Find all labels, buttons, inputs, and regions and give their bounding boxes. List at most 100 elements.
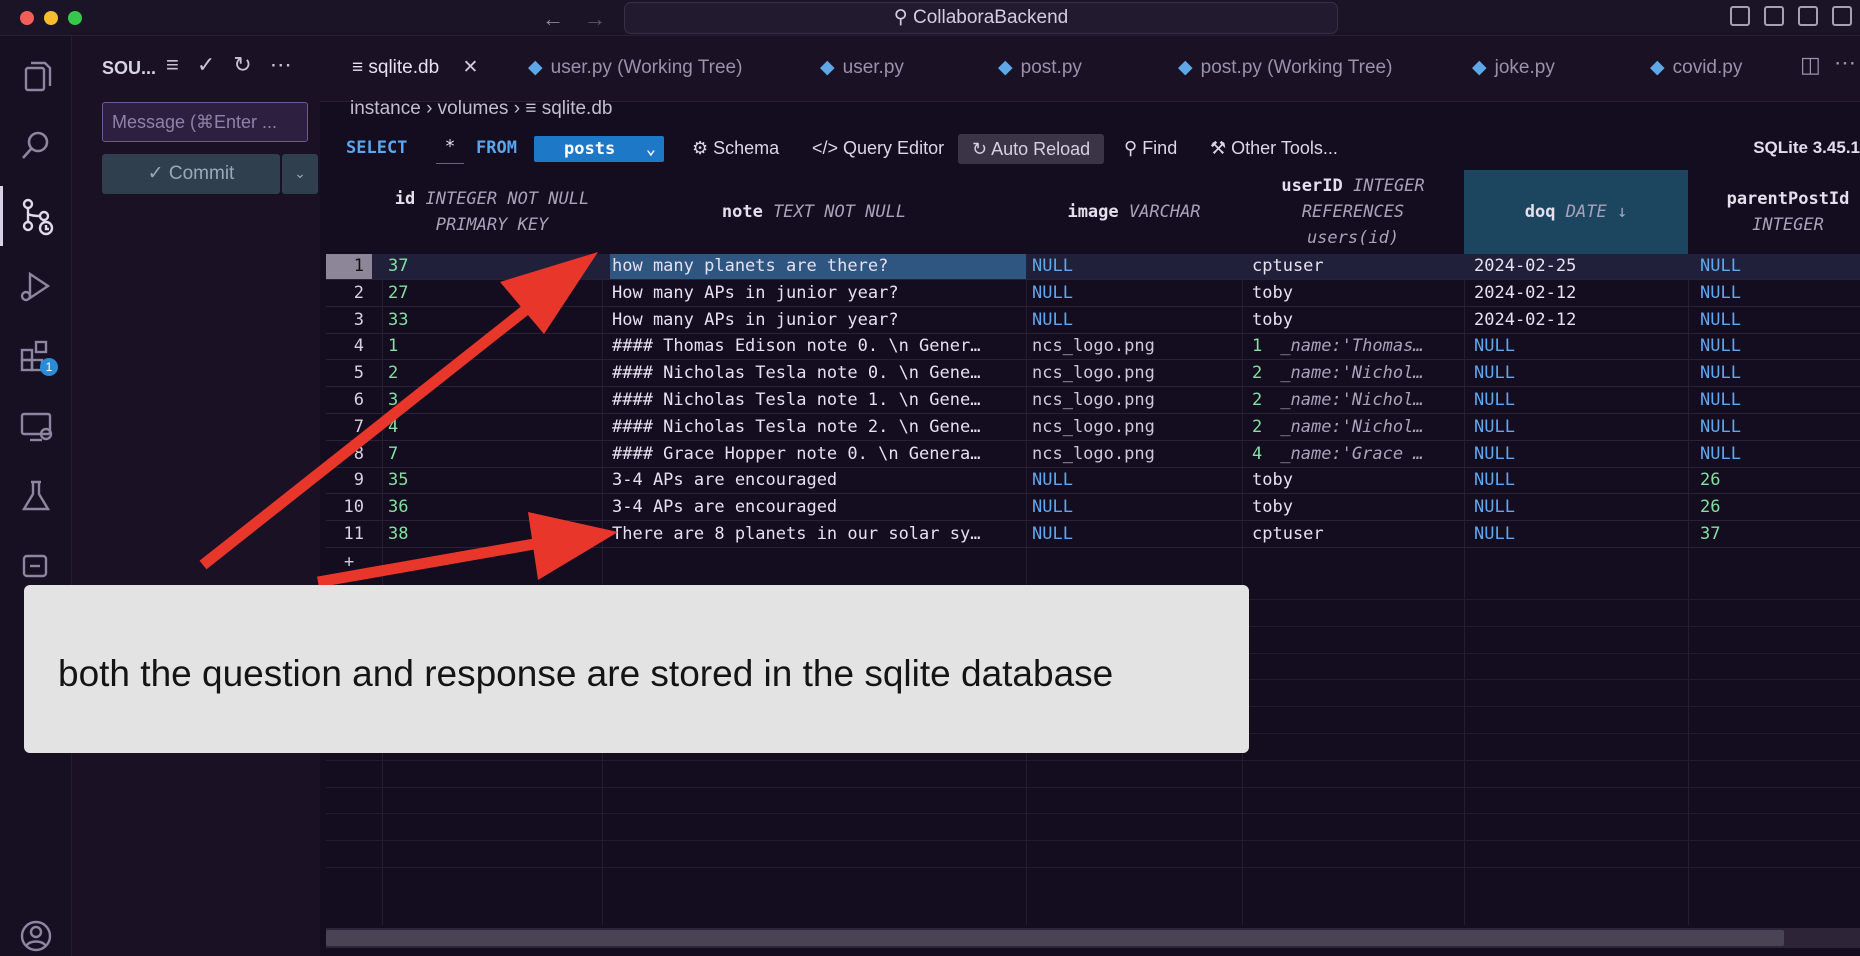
docker-icon[interactable] (16, 546, 56, 586)
testing-icon[interactable] (16, 476, 56, 516)
explorer-icon[interactable] (16, 56, 56, 96)
cell-note[interactable]: #### Thomas Edison note 0. \n Gener… (612, 336, 1026, 356)
maximize-window-button[interactable] (68, 11, 82, 25)
cell-parentpostid[interactable]: 26 (1700, 470, 1860, 490)
column-header-userid[interactable]: userID INTEGER REFERENCES users(id) (1242, 170, 1464, 254)
more-actions-icon[interactable]: ⋯ (270, 52, 292, 78)
tab-user-py[interactable]: ◆ user.py (820, 56, 904, 79)
tab-covid-py[interactable]: ◆ covid.py (1650, 56, 1742, 79)
cell-userid[interactable]: cptuser (1252, 256, 1462, 276)
table-row[interactable]: 8 7 #### Grace Hopper note 0. \n Genera… nc… (326, 442, 1860, 468)
table-row[interactable]: 11 38 There are 8 planets in our solar sy…… (326, 522, 1860, 548)
cell-id[interactable]: 3 (388, 390, 398, 410)
cell-image[interactable]: NULL (1032, 524, 1244, 544)
cell-userid[interactable]: 2 _name:'Nichol… (1252, 363, 1462, 383)
more-tabs-icon[interactable]: ⋯ (1834, 50, 1856, 76)
table-row[interactable]: 1 37 how many planets are there? NULL cptuse… (326, 254, 1860, 280)
scrollbar-thumb[interactable] (326, 930, 1784, 946)
column-selector[interactable]: * (436, 136, 464, 164)
cell-doq[interactable]: NULL (1474, 524, 1686, 544)
cell-id[interactable]: 38 (388, 524, 408, 544)
table-row[interactable]: 3 33 How many APs in junior year? NULL toby 2… (326, 308, 1860, 334)
cell-id[interactable]: 35 (388, 470, 408, 490)
cell-userid[interactable]: toby (1252, 283, 1462, 303)
cell-userid[interactable]: toby (1252, 310, 1462, 330)
cell-doq[interactable]: NULL (1474, 417, 1686, 437)
cell-id[interactable]: 2 (388, 363, 398, 383)
column-header-doq[interactable]: doq DATE ↓ (1464, 170, 1688, 254)
cell-parentpostid[interactable]: NULL (1700, 363, 1860, 383)
row-number[interactable]: 4 (326, 336, 372, 356)
row-number[interactable]: 1 (326, 254, 372, 279)
cell-parentpostid[interactable]: NULL (1700, 444, 1860, 464)
row-number[interactable]: 10 (326, 497, 372, 517)
cell-image[interactable]: ncs_logo.png (1032, 363, 1244, 383)
cell-id[interactable]: 1 (388, 336, 398, 356)
table-row[interactable]: 6 3 #### Nicholas Tesla note 1. \n Gene… nc… (326, 388, 1860, 414)
query-editor-button[interactable]: </> Query Editor (812, 138, 944, 159)
cell-image[interactable]: ncs_logo.png (1032, 444, 1244, 464)
breadcrumb-sqlite-db[interactable]: sqlite.db (542, 98, 613, 119)
toggle-panel-icon[interactable] (1764, 6, 1784, 26)
toggle-secondary-sidebar-icon[interactable] (1798, 6, 1818, 26)
add-row-button[interactable]: + (344, 552, 354, 572)
cell-parentpostid[interactable]: NULL (1700, 256, 1860, 276)
cell-note[interactable]: 3-4 APs are encouraged (612, 497, 1026, 517)
cell-note[interactable]: How many APs in junior year? (612, 310, 1026, 330)
cell-doq[interactable]: 2024-02-12 (1474, 310, 1686, 330)
column-header-id[interactable]: id INTEGER NOT NULL PRIMARY KEY (382, 170, 602, 254)
table-select[interactable]: posts ⌄ (534, 136, 664, 162)
cell-image[interactable]: NULL (1032, 470, 1244, 490)
cell-userid[interactable]: 2 _name:'Nichol… (1252, 390, 1462, 410)
auto-reload-button[interactable]: ↻ Auto Reload (958, 134, 1105, 164)
cell-userid[interactable]: toby (1252, 470, 1462, 490)
cell-parentpostid[interactable]: NULL (1700, 336, 1860, 356)
run-debug-icon[interactable] (16, 266, 56, 306)
refresh-icon[interactable]: ↻ (233, 52, 251, 78)
extensions-icon[interactable]: 1 (16, 336, 58, 376)
schema-button[interactable]: ⚙ Schema (692, 138, 779, 159)
cell-note[interactable]: #### Nicholas Tesla note 1. \n Gene… (612, 390, 1026, 410)
table-row[interactable]: 4 1 #### Thomas Edison note 0. \n Gener… nc… (326, 334, 1860, 361)
cell-doq[interactable]: NULL (1474, 497, 1686, 517)
find-button[interactable]: ⚲ Find (1124, 138, 1177, 159)
cell-parentpostid[interactable]: 26 (1700, 497, 1860, 517)
cell-doq[interactable]: 2024-02-12 (1474, 283, 1686, 303)
other-tools-button[interactable]: ⚒ Other Tools... (1210, 138, 1338, 159)
cell-note[interactable]: #### Nicholas Tesla note 2. \n Gene… (612, 417, 1026, 437)
row-number[interactable]: 5 (326, 363, 372, 383)
cell-userid[interactable]: cptuser (1252, 524, 1462, 544)
commit-button[interactable]: ✓ Commit (102, 154, 280, 194)
commit-check-icon[interactable]: ✓ (197, 52, 215, 78)
tab-post-py-working-tree[interactable]: ◆ post.py (Working Tree) (1178, 56, 1392, 79)
cell-image[interactable]: NULL (1032, 256, 1244, 276)
cell-parentpostid[interactable]: NULL (1700, 390, 1860, 410)
cell-note[interactable]: How many APs in junior year? (612, 283, 1026, 303)
cell-id[interactable]: 37 (388, 256, 408, 276)
tab-user-py-working-tree[interactable]: ◆ user.py (Working Tree) (528, 56, 742, 79)
cell-image[interactable]: ncs_logo.png (1032, 417, 1244, 437)
breadcrumb-instance[interactable]: instance (350, 98, 421, 119)
cell-image[interactable]: NULL (1032, 310, 1244, 330)
table-row[interactable]: 10 36 3-4 APs are encouraged NULL toby NULL 26 (326, 495, 1860, 522)
search-view-icon[interactable] (16, 126, 56, 166)
horizontal-scrollbar[interactable] (326, 928, 1860, 948)
cell-userid[interactable]: 2 _name:'Nichol… (1252, 417, 1462, 437)
cell-note[interactable]: #### Grace Hopper note 0. \n Genera… (612, 444, 1026, 464)
row-number[interactable]: 11 (326, 524, 372, 544)
view-as-list-icon[interactable]: ≡ (166, 52, 179, 78)
row-number[interactable]: 2 (326, 283, 372, 303)
cell-note[interactable]: There are 8 planets in our solar sy… (612, 524, 1026, 544)
forward-arrow-icon[interactable]: → (584, 6, 606, 32)
toggle-primary-sidebar-icon[interactable] (1730, 6, 1750, 26)
cell-userid[interactable]: 1 _name:'Thomas… (1252, 336, 1462, 356)
cell-id[interactable]: 4 (388, 417, 398, 437)
cell-doq[interactable]: NULL (1474, 336, 1686, 356)
table-row[interactable]: 7 4 #### Nicholas Tesla note 2. \n Gene… nc… (326, 415, 1860, 441)
customize-layout-icon[interactable] (1832, 6, 1852, 26)
cell-parentpostid[interactable]: NULL (1700, 417, 1860, 437)
remote-explorer-icon[interactable] (16, 406, 56, 446)
cell-image[interactable]: NULL (1032, 283, 1244, 303)
table-row[interactable]: 5 2 #### Nicholas Tesla note 0. \n Gene… nc… (326, 361, 1860, 388)
split-editor-icon[interactable]: ◫ (1800, 52, 1821, 78)
